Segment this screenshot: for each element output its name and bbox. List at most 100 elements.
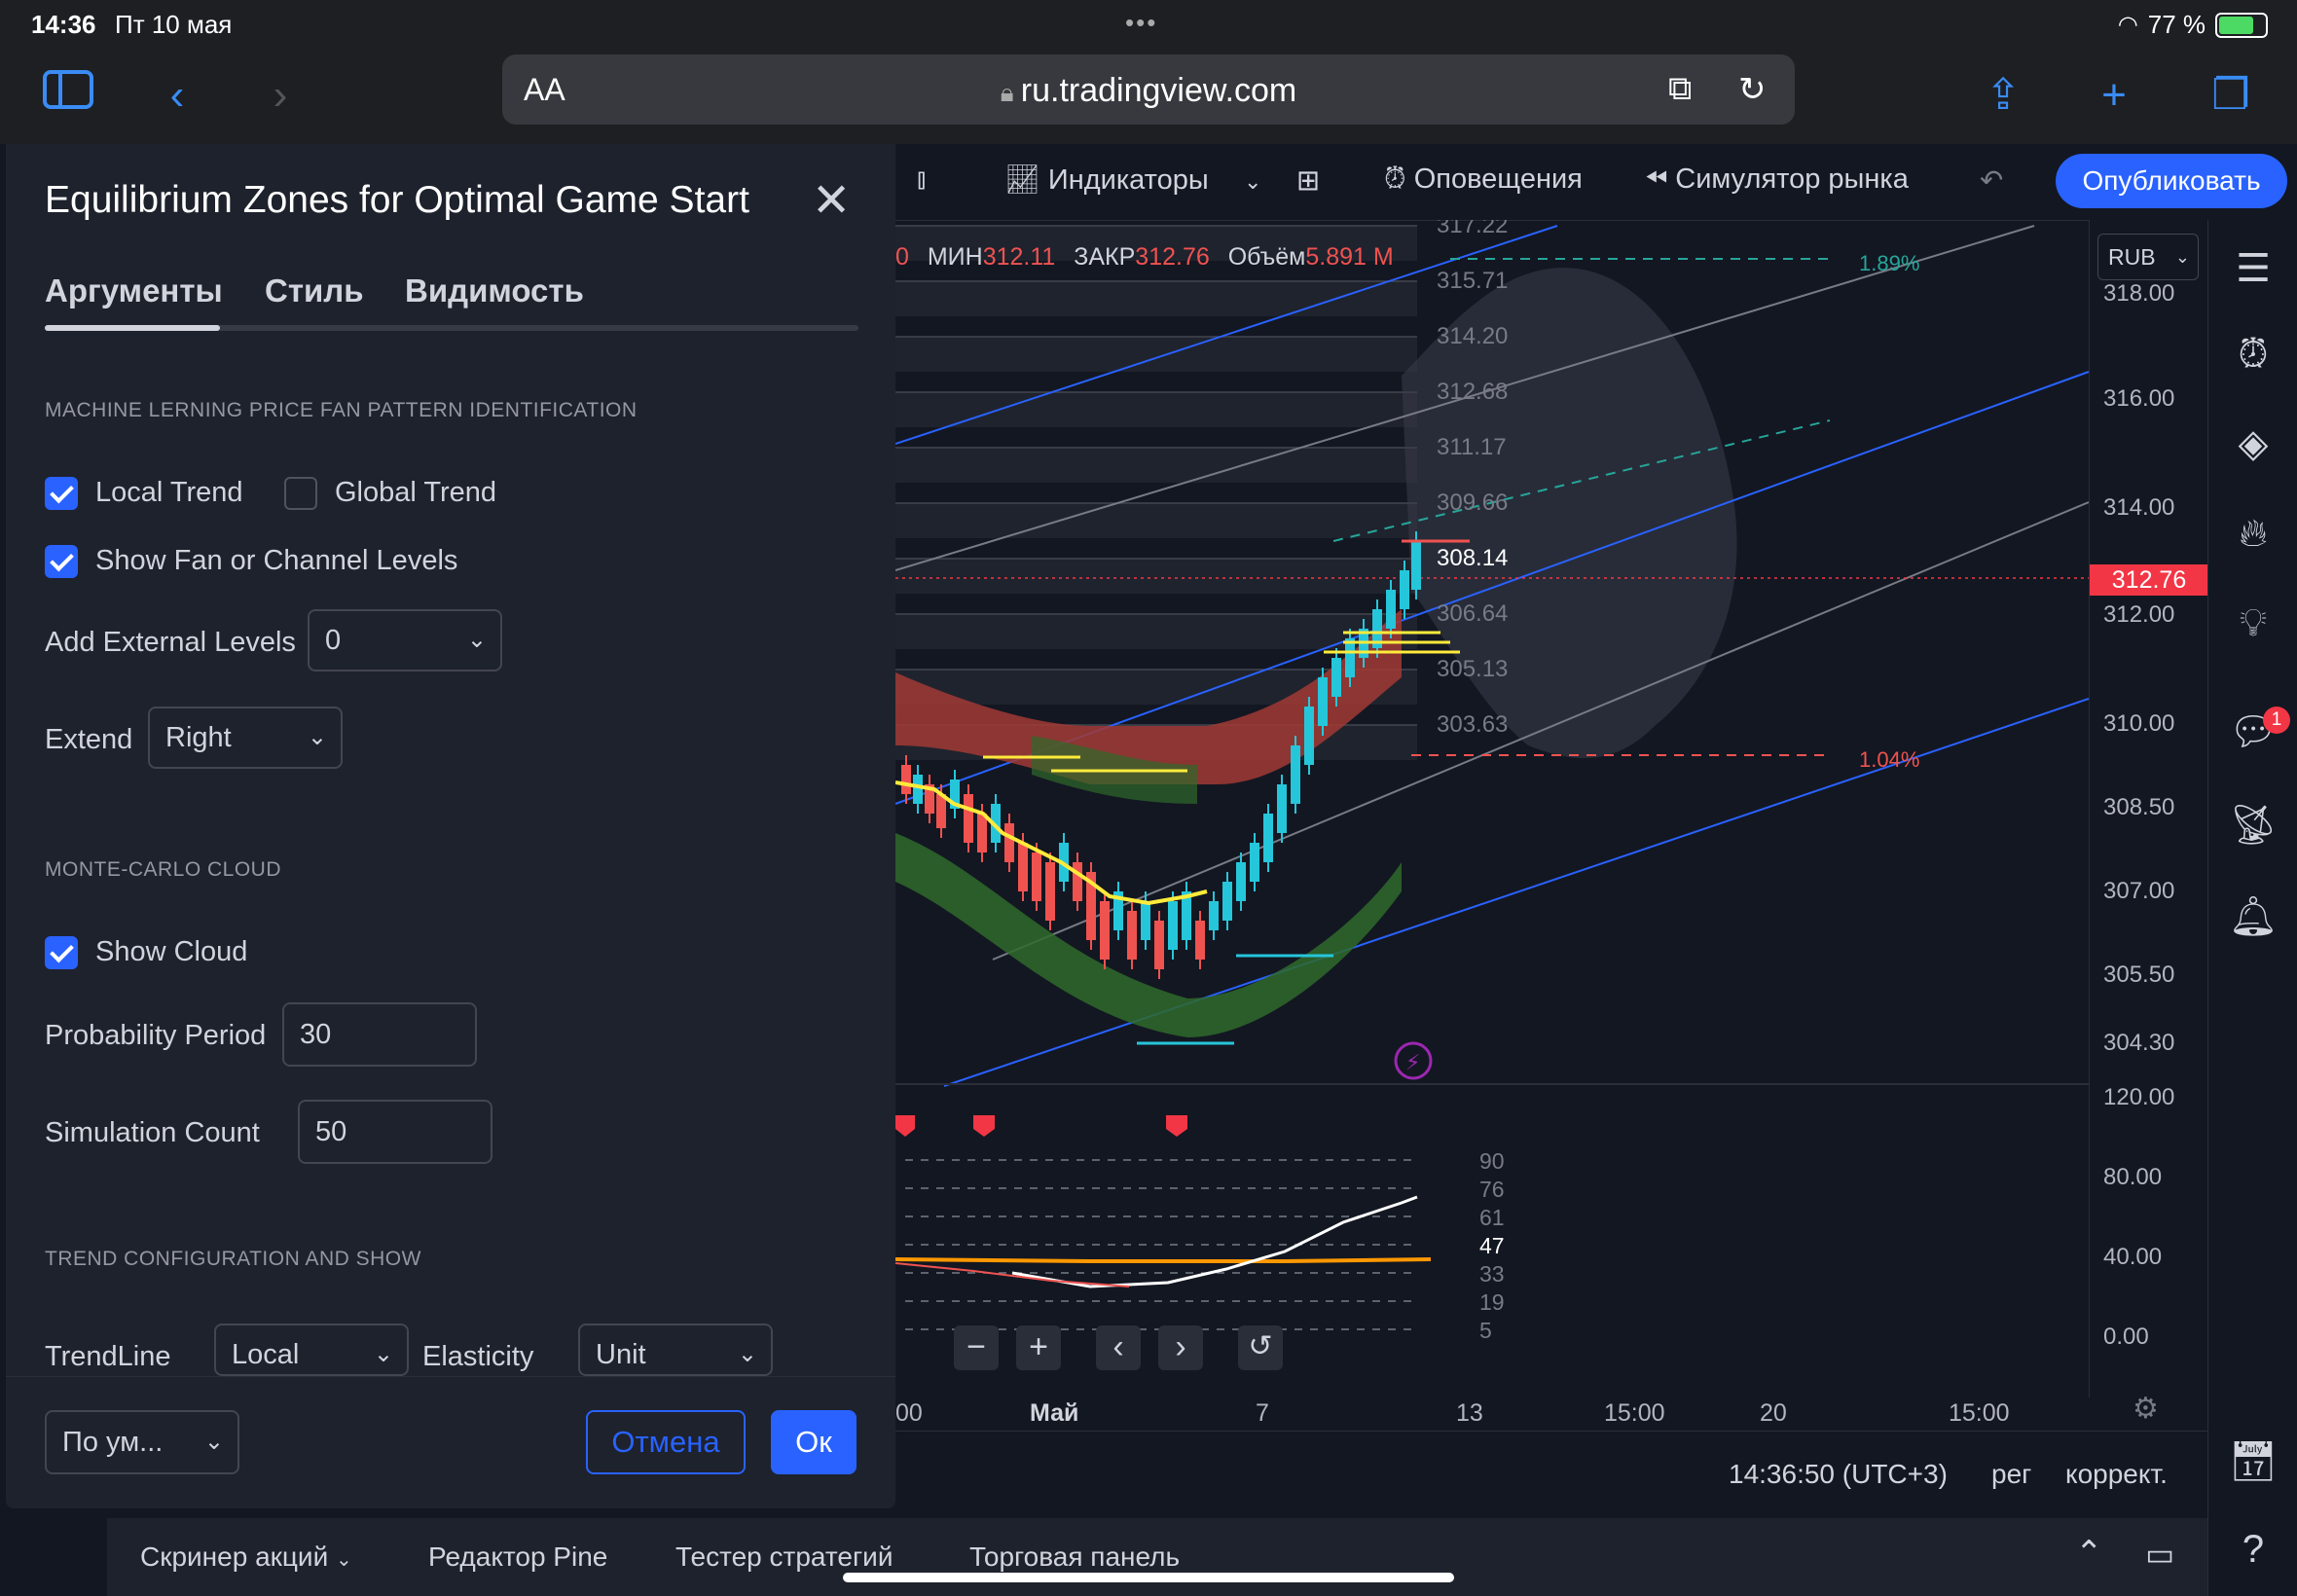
- trendline-value: Local: [232, 1339, 300, 1370]
- chart-nav-controls: − + ‹ › ↺: [954, 1325, 1283, 1370]
- scroll-right-button[interactable]: ›: [1158, 1325, 1203, 1370]
- tab-visibility[interactable]: Видимость: [405, 272, 584, 309]
- zone-band: [895, 392, 1417, 427]
- settings-gear-icon[interactable]: ⚙︎: [2133, 1392, 2159, 1426]
- ideas-bulb-icon[interactable]: 💡︎: [2228, 598, 2279, 648]
- volume-label: Объём: [1227, 243, 1306, 271]
- calendar-icon[interactable]: 📅︎: [2228, 1436, 2279, 1487]
- add-external-select[interactable]: 0 ⌄: [308, 609, 502, 671]
- collapse-up-icon[interactable]: ⌃: [2075, 1534, 2103, 1573]
- cancel-button[interactable]: Отмена: [586, 1410, 746, 1474]
- local-trend-checkbox[interactable]: [45, 477, 78, 510]
- tab-trading-panel[interactable]: Торговая панель: [969, 1542, 1180, 1573]
- ok-button[interactable]: Ок: [771, 1410, 857, 1474]
- tabs-icon[interactable]: ❐: [2202, 66, 2260, 125]
- streams-icon[interactable]: 📡︎: [2228, 800, 2279, 851]
- price-scale[interactable]: RUB ⌄ 318.00 316.00 314.00 312.00 310.00 308.5…: [2089, 220, 2208, 1425]
- clock[interactable]: 14:36:50 (UTC+3): [1729, 1459, 1948, 1490]
- zoom-in-button[interactable]: +: [1016, 1325, 1061, 1370]
- candle-body: [1004, 823, 1014, 862]
- last-price-value: 312.76: [2111, 566, 2187, 594]
- level-label: 311.17: [1437, 434, 1507, 460]
- candle-body: [913, 775, 923, 804]
- candle-body: [1291, 745, 1300, 804]
- zoom-out-button[interactable]: −: [954, 1325, 999, 1370]
- price-axis-label: 308.50: [2103, 794, 2175, 820]
- undo-icon[interactable]: ↶: [1980, 163, 2003, 198]
- last-price-tag: 312.76: [2090, 564, 2208, 596]
- ohlc-prefix: 0: [895, 243, 909, 271]
- prob-period-input[interactable]: 30: [282, 1002, 477, 1067]
- osc-level-label: 5: [1479, 1318, 1492, 1343]
- oscillator-signal: [895, 1257, 1432, 1263]
- dialog-footer: По ум... ⌄ Отмена Ок: [6, 1376, 895, 1509]
- chevron-down-icon[interactable]: ⌄: [1244, 169, 1261, 195]
- tab-style[interactable]: Стиль: [265, 272, 364, 309]
- osc-axis-label: 40.00: [2103, 1244, 2163, 1270]
- candle-body: [964, 794, 973, 843]
- alarm-clock-icon[interactable]: ⏰︎: [2228, 329, 2279, 380]
- sim-count-input[interactable]: 50: [298, 1100, 492, 1164]
- layers-icon[interactable]: ◈: [2228, 418, 2279, 469]
- multitask-dots-icon[interactable]: •••: [1125, 8, 1157, 38]
- wifi-icon: ◠: [2117, 12, 2138, 38]
- hotlists-flame-icon[interactable]: 🔥︎: [2228, 508, 2279, 559]
- close-icon[interactable]: ✕: [812, 173, 851, 228]
- flash-alert-glyph: ⚡︎: [1405, 1051, 1420, 1075]
- tab-screener[interactable]: Скринер акций ⌄: [140, 1542, 352, 1573]
- help-icon[interactable]: ?: [2228, 1524, 2279, 1575]
- reset-chart-button[interactable]: ↺: [1238, 1325, 1283, 1370]
- extend-value: Right: [165, 722, 232, 753]
- replay-button[interactable]: ⏪︎ Симулятор рынка: [1645, 163, 1909, 196]
- price-axis-label: 305.50: [2103, 961, 2175, 988]
- elasticity-select[interactable]: Unit ⌄: [578, 1324, 773, 1376]
- ohlc-legend: 0 МИН312.11 ЗАКР312.76 Объём5.891 M: [895, 243, 1394, 272]
- low-label: МИН: [927, 243, 983, 271]
- zone-band: [895, 448, 1417, 483]
- dialog-title: Equilibrium Zones for Optimal Game Start: [45, 179, 749, 221]
- maximize-icon[interactable]: ▭: [2145, 1536, 2174, 1573]
- zone-band: [895, 337, 1417, 372]
- sidebar-toggle-icon[interactable]: [39, 66, 97, 125]
- candle-type-icon[interactable]: ⫾: [917, 163, 926, 196]
- trendline-select[interactable]: Local ⌄: [214, 1324, 409, 1376]
- extend-select[interactable]: Right ⌄: [148, 707, 343, 769]
- price-chart[interactable]: 1.89% 1.04% 317.22 315.71 314.20 312.68 311.…: [895, 220, 2089, 1397]
- currency-select[interactable]: RUB ⌄: [2097, 234, 2199, 280]
- defaults-select[interactable]: По ум... ⌄: [45, 1410, 239, 1474]
- oscillator-trend: [895, 1262, 1130, 1288]
- extension-icon[interactable]: ⧉: [1668, 70, 1692, 108]
- lock-icon: 🔒︎: [1000, 78, 1021, 107]
- osc-axis-label: 80.00: [2103, 1164, 2163, 1190]
- candle-body: [901, 765, 911, 794]
- alerts-button[interactable]: ⏰︎ Оповещения: [1384, 163, 1583, 196]
- chevron-down-icon: ⌄: [307, 724, 327, 750]
- osc-axis-label: 0.00: [2103, 1324, 2149, 1350]
- tab-pine-editor[interactable]: Редактор Pine: [428, 1542, 607, 1573]
- defaults-value: По ум...: [62, 1427, 164, 1458]
- marker-flag-1: [895, 1115, 915, 1137]
- publish-button[interactable]: Опубликовать: [2056, 154, 2287, 208]
- adjust-label[interactable]: коррект.: [2065, 1459, 2168, 1490]
- show-cloud-checkbox[interactable]: [45, 936, 78, 969]
- session-label[interactable]: рег: [1991, 1459, 2031, 1490]
- tab-arguments[interactable]: Аргументы: [45, 272, 223, 309]
- share-icon[interactable]: ⇪: [1974, 66, 2032, 125]
- tab-strategy-tester[interactable]: Тестер стратегий: [675, 1542, 893, 1573]
- reload-icon[interactable]: ↻: [1738, 70, 1767, 109]
- layout-grid-icon[interactable]: ⊞: [1296, 163, 1320, 198]
- watchlist-icon[interactable]: ☰: [2228, 243, 2279, 294]
- notifications-bell-icon[interactable]: 🔔︎: [2228, 891, 2279, 942]
- level-label: 314.20: [1437, 323, 1508, 349]
- address-bar[interactable]: AA 🔒︎ ru.tradingview.com ⧉ ↻: [502, 54, 1795, 125]
- indicators-button[interactable]: 📈︎ Индикаторы: [1004, 163, 1209, 197]
- level-label: 317.22: [1437, 220, 1508, 238]
- back-icon[interactable]: ‹: [148, 66, 206, 125]
- oscillator-main: [1011, 1195, 1418, 1288]
- show-fan-checkbox[interactable]: [45, 545, 78, 578]
- price-axis-label: 312.00: [2103, 601, 2175, 628]
- scroll-left-button[interactable]: ‹: [1096, 1325, 1141, 1370]
- global-trend-checkbox[interactable]: [284, 477, 317, 510]
- new-tab-icon[interactable]: +: [2085, 66, 2143, 125]
- forward-icon[interactable]: ›: [251, 66, 310, 125]
